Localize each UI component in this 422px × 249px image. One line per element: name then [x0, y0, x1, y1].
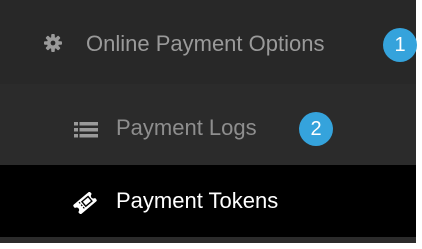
menu-item-label: Online Payment Options — [86, 31, 325, 56]
ticket-icon — [72, 191, 98, 215]
menu-item-payment-tokens[interactable]: Payment Tokens — [0, 165, 416, 237]
menu-item-label: Payment Logs — [116, 115, 257, 140]
list-icon — [74, 122, 98, 138]
payment-menu: Online Payment Options Payment Logs Paym… — [0, 0, 416, 243]
annotation-badge-1: 1 — [383, 28, 417, 62]
menu-item-label: Payment Tokens — [116, 188, 279, 213]
annotation-badge-2: 2 — [299, 112, 333, 146]
menu-item-payment-logs[interactable]: Payment Logs — [0, 84, 416, 165]
screenshot-frame: Online Payment Options Payment Logs Paym… — [0, 0, 422, 249]
menu-item-online-payment-options[interactable]: Online Payment Options — [0, 0, 416, 84]
menu-item-next-partial — [0, 237, 416, 243]
gear-icon — [44, 34, 62, 52]
